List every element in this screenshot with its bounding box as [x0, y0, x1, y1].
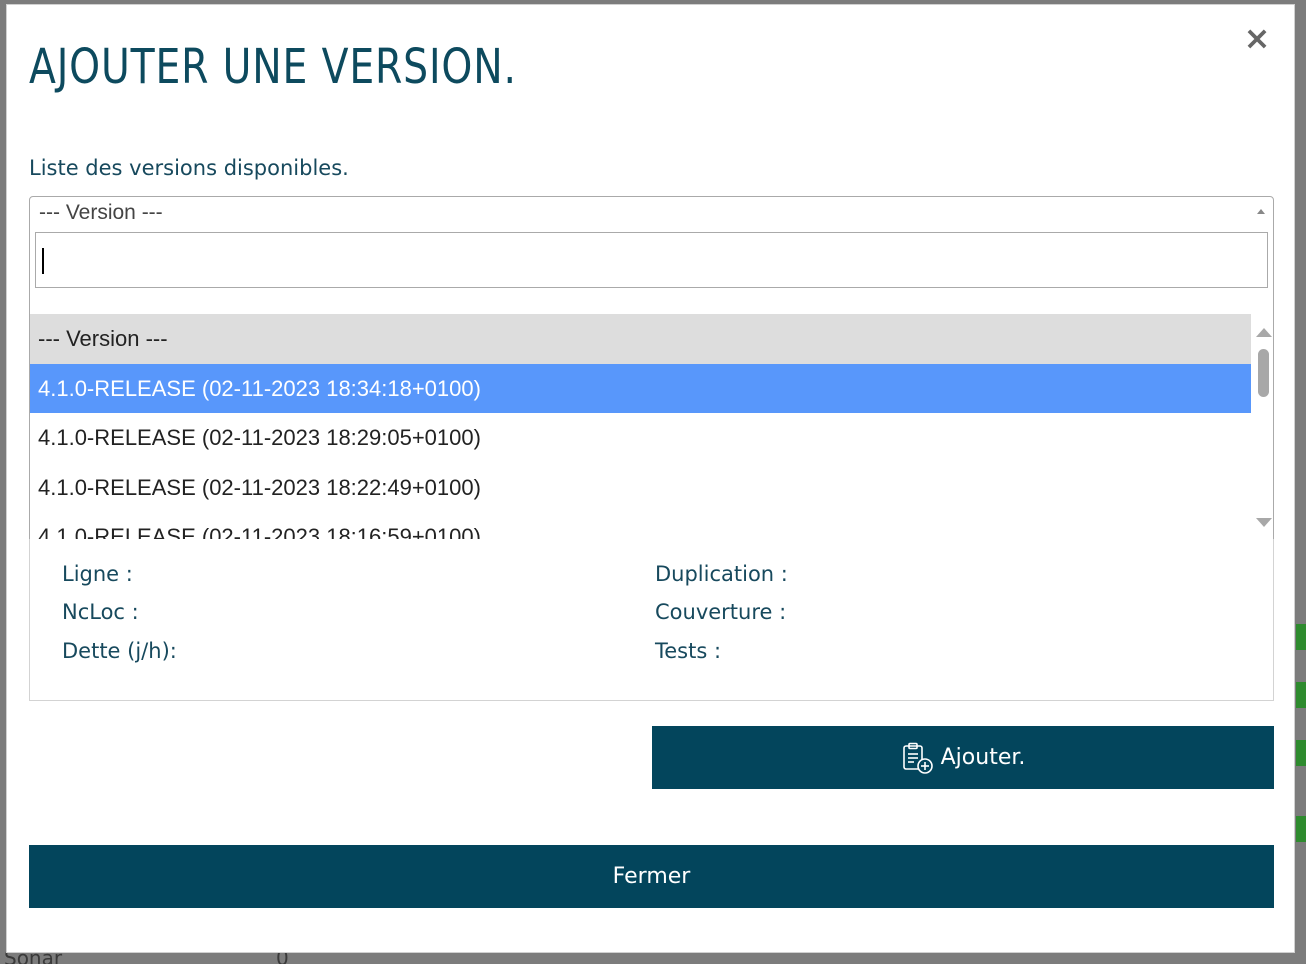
clipboard-add-icon: [902, 742, 933, 774]
stat-duplication: Duplication :: [655, 562, 788, 586]
version-search-input[interactable]: [35, 232, 1268, 288]
version-option[interactable]: 4.1.0-RELEASE (02-11-2023 18:22:49+0100): [30, 463, 1251, 513]
version-select-value: --- Version ---: [39, 201, 163, 224]
close-icon[interactable]: ×: [1242, 22, 1272, 54]
scroll-up-arrow-icon[interactable]: [1256, 328, 1272, 337]
close-button-label: Fermer: [612, 864, 691, 889]
stat-ncloc: NcLoc :: [62, 600, 139, 624]
scrollbar-thumb[interactable]: [1258, 349, 1269, 397]
background-status-marker: [1296, 816, 1306, 842]
stat-ligne: Ligne :: [62, 562, 133, 586]
text-cursor: [42, 248, 44, 274]
add-version-button-label: Ajouter.: [940, 745, 1026, 770]
background-status-marker: [1296, 624, 1306, 650]
options-scrollbar[interactable]: [1251, 314, 1273, 539]
close-button[interactable]: Fermer: [29, 845, 1274, 908]
add-version-modal: × AJOUTER UNE VERSION. Liste des version…: [6, 4, 1295, 953]
scroll-down-arrow-icon[interactable]: [1256, 518, 1272, 527]
version-option[interactable]: 4.1.0-RELEASE (02-11-2023 18:16:59+0100): [30, 512, 1251, 539]
version-option[interactable]: 4.1.0-RELEASE (02-11-2023 18:34:18+0100): [30, 363, 1251, 413]
version-option[interactable]: --- Version ---: [30, 314, 1251, 364]
stat-dette: Dette (j/h):: [62, 639, 177, 663]
background-status-marker: [1296, 682, 1306, 708]
stat-couverture: Couverture :: [655, 600, 787, 624]
version-options-list: --- Version --- 4.1.0-RELEASE (02-11-202…: [30, 314, 1251, 539]
version-list-label: Liste des versions disponibles.: [29, 156, 349, 180]
version-dropdown: --- Version --- 4.1.0-RELEASE (02-11-202…: [29, 227, 1274, 540]
version-select[interactable]: --- Version ---: [29, 196, 1274, 228]
add-version-button[interactable]: Ajouter.: [652, 726, 1274, 789]
version-stats-panel: Ligne : NcLoc : Dette (j/h): Duplication…: [29, 539, 1274, 701]
background-status-marker: [1296, 740, 1306, 766]
modal-title: AJOUTER UNE VERSION.: [29, 39, 517, 95]
chevron-up-icon: [1257, 209, 1265, 214]
stat-tests: Tests :: [655, 639, 722, 663]
version-option[interactable]: 4.1.0-RELEASE (02-11-2023 18:29:05+0100): [30, 413, 1251, 463]
